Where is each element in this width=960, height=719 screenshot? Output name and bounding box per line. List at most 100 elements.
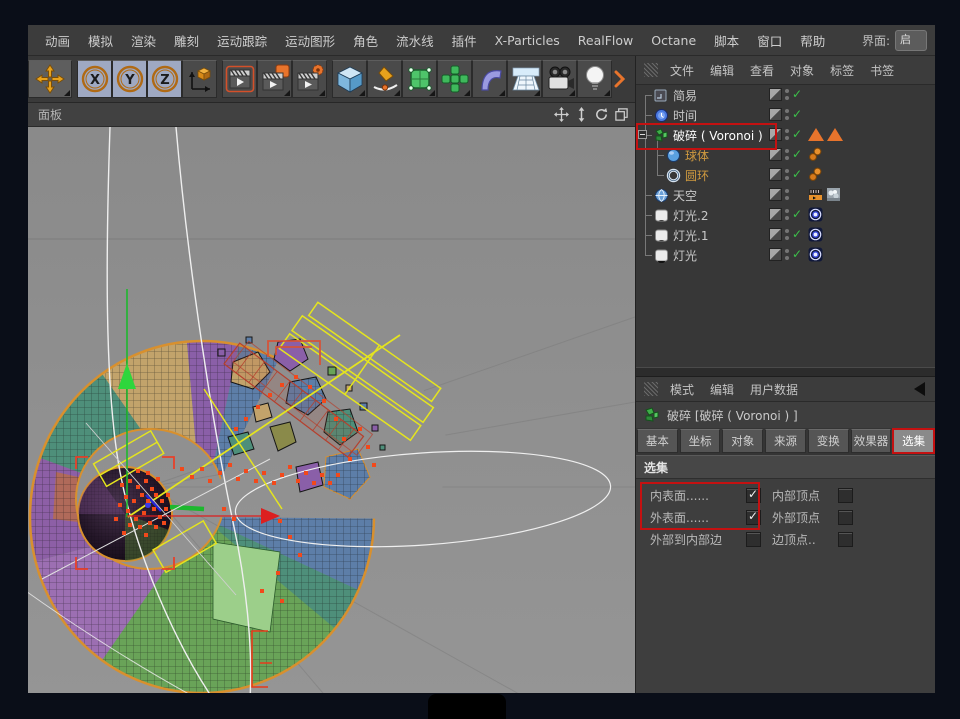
layer-toggle-icon[interactable]	[769, 88, 782, 101]
outer-points-checkbox[interactable]	[838, 510, 853, 525]
menu-sculpt[interactable]: 雕刻	[165, 31, 208, 50]
render-view-button[interactable]	[222, 60, 257, 98]
coordinate-system-toggle[interactable]	[182, 60, 217, 98]
menu-pipeline[interactable]: 流水线	[387, 31, 443, 50]
object-row-sphere[interactable]: 球体 ✓	[636, 145, 935, 165]
am-menu-mode[interactable]: 模式	[662, 381, 702, 398]
visibility-dots[interactable]	[785, 89, 789, 100]
outer-faces-checkbox[interactable]	[746, 510, 761, 525]
render-object-tag[interactable]	[808, 187, 823, 202]
enable-check-icon[interactable]: ✓	[792, 147, 802, 161]
enable-check-icon[interactable]: ✓	[792, 207, 802, 221]
layer-toggle-icon[interactable]	[769, 188, 782, 201]
collapse-arrow-icon[interactable]	[914, 382, 925, 396]
layer-toggle-icon[interactable]	[769, 168, 782, 181]
add-mograph-menu[interactable]	[437, 60, 472, 98]
inner-points-checkbox[interactable]	[838, 488, 853, 503]
object-label[interactable]: 灯光.2	[673, 207, 708, 224]
object-label[interactable]: 时间	[673, 107, 697, 124]
panel-grip-icon[interactable]	[644, 382, 658, 396]
tab-coordinates[interactable]: 坐标	[680, 429, 721, 453]
menu-plugins[interactable]: 插件	[443, 31, 486, 50]
menu-character[interactable]: 角色	[344, 31, 387, 50]
om-menu-tags[interactable]: 标签	[822, 62, 862, 79]
visibility-dots[interactable]	[785, 149, 789, 160]
tab-selections[interactable]: 选集	[893, 429, 934, 453]
object-row-voronoi-fracture[interactable]: 破碎 ( Voronoi ) ✓	[636, 125, 935, 145]
am-menu-userdata[interactable]: 用户数据	[742, 381, 806, 398]
render-settings-button[interactable]	[292, 60, 327, 98]
object-label[interactable]: 破碎 ( Voronoi )	[673, 127, 763, 144]
add-generator-menu[interactable]	[402, 60, 437, 98]
enable-check-icon[interactable]: ✓	[792, 227, 802, 241]
inner-faces-checkbox[interactable]	[746, 488, 761, 503]
toggle-view-icon[interactable]	[614, 107, 629, 122]
target-tag[interactable]	[808, 247, 823, 262]
object-label[interactable]: 灯光	[673, 247, 697, 264]
visibility-dots[interactable]	[785, 129, 789, 140]
toolbar-overflow-arrow[interactable]	[612, 70, 628, 88]
add-spline-menu[interactable]	[367, 60, 402, 98]
tab-effectors[interactable]: 效果器	[851, 429, 892, 453]
layer-toggle-icon[interactable]	[769, 248, 782, 261]
expand-toggle-icon[interactable]	[638, 130, 647, 139]
object-row-time-effector[interactable]: 时间 ✓	[636, 105, 935, 125]
object-label[interactable]: 球体	[685, 147, 709, 164]
enable-check-icon[interactable]: ✓	[792, 247, 802, 261]
z-axis-lock-toggle[interactable]: Z	[147, 60, 182, 98]
add-cube-menu[interactable]	[332, 60, 367, 98]
tab-sources[interactable]: 来源	[765, 429, 806, 453]
pan-view-icon[interactable]	[554, 107, 569, 122]
om-menu-file[interactable]: 文件	[662, 62, 702, 79]
visibility-dots[interactable]	[785, 109, 789, 120]
tab-basic[interactable]: 基本	[637, 429, 678, 453]
orange-triangle-tag[interactable]	[808, 128, 824, 141]
tab-transform[interactable]: 变换	[808, 429, 849, 453]
object-label[interactable]: 简易	[673, 87, 697, 104]
menu-help[interactable]: 帮助	[791, 31, 834, 50]
menu-octane[interactable]: Octane	[642, 33, 705, 48]
edge-points-checkbox[interactable]	[838, 532, 853, 547]
menu-window[interactable]: 窗口	[748, 31, 791, 50]
add-camera-menu[interactable]	[542, 60, 577, 98]
target-tag[interactable]	[808, 227, 823, 242]
y-axis-lock-toggle[interactable]: Y	[112, 60, 147, 98]
menu-simulate[interactable]: 模拟	[79, 31, 122, 50]
visibility-dots[interactable]	[785, 249, 789, 260]
x-axis-lock-toggle[interactable]: X	[77, 60, 112, 98]
enable-check-icon[interactable]: ✓	[792, 167, 802, 181]
object-row-ring[interactable]: 圆环 ✓	[636, 165, 935, 185]
object-row-light-2[interactable]: 灯光.2 ✓	[636, 205, 935, 225]
enable-check-icon[interactable]: ✓	[792, 107, 802, 121]
enable-check-icon[interactable]: ✓	[792, 127, 802, 141]
add-light-menu[interactable]	[577, 60, 612, 98]
enable-check-icon[interactable]: ✓	[792, 87, 802, 101]
layer-toggle-icon[interactable]	[769, 208, 782, 221]
object-row-plain-effector[interactable]: 简易 ✓	[636, 85, 935, 105]
outer-inner-edges-checkbox[interactable]	[746, 532, 761, 547]
orange-triangle-tag[interactable]	[827, 128, 843, 141]
object-row-sky[interactable]: 天空	[636, 185, 935, 205]
am-menu-edit[interactable]: 编辑	[702, 381, 742, 398]
interface-layout-dropdown[interactable]: 启	[895, 30, 927, 51]
visibility-dots[interactable]	[785, 169, 789, 180]
object-row-light[interactable]: 灯光 ✓	[636, 245, 935, 265]
om-menu-bookmarks[interactable]: 书签	[862, 62, 902, 79]
om-menu-view[interactable]: 查看	[742, 62, 782, 79]
layer-toggle-icon[interactable]	[769, 108, 782, 121]
zoom-view-icon[interactable]	[574, 107, 589, 122]
menu-render[interactable]: 渲染	[122, 31, 165, 50]
target-tag[interactable]	[808, 207, 823, 222]
render-picture-viewer-button[interactable]	[257, 60, 292, 98]
menu-xparticles[interactable]: X-Particles	[486, 33, 569, 48]
object-row-light-1[interactable]: 灯光.1 ✓	[636, 225, 935, 245]
tab-object[interactable]: 对象	[722, 429, 763, 453]
menu-motion-tracker[interactable]: 运动跟踪	[208, 31, 276, 50]
menu-mograph[interactable]: 运动图形	[276, 31, 344, 50]
visibility-dots[interactable]	[785, 209, 789, 220]
layer-toggle-icon[interactable]	[769, 128, 782, 141]
add-environment-menu[interactable]	[507, 60, 542, 98]
rotate-view-icon[interactable]	[594, 107, 609, 122]
sky-material-tag[interactable]	[826, 187, 841, 202]
menu-realflow[interactable]: RealFlow	[569, 33, 642, 48]
